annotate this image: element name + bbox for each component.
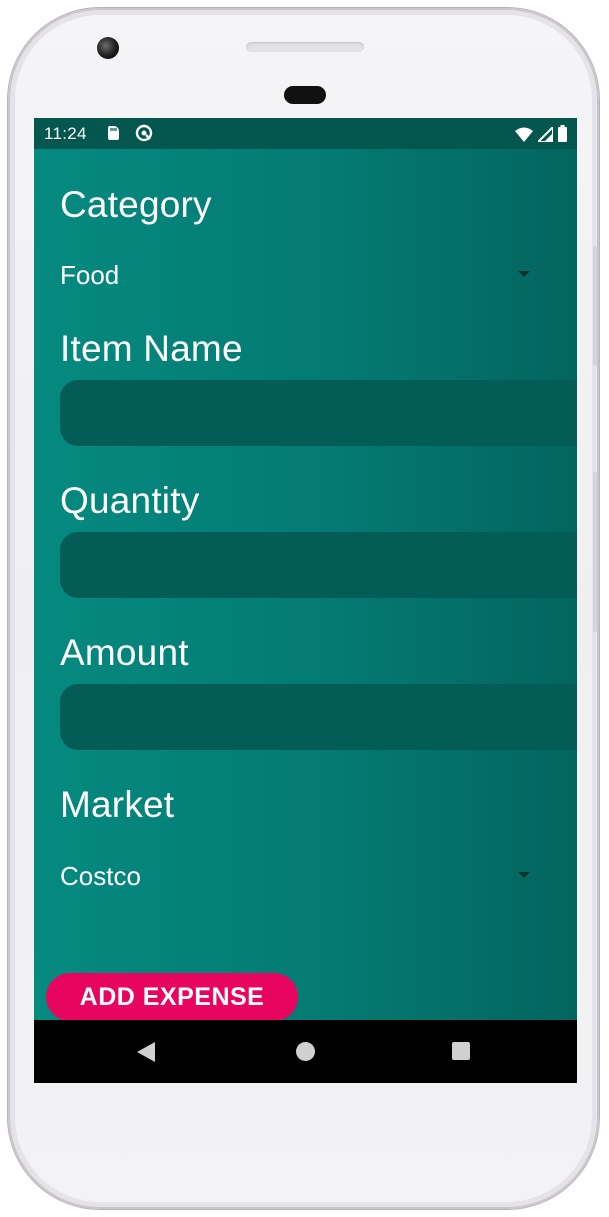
earpiece-speaker	[246, 42, 364, 52]
item-name-input[interactable]	[60, 380, 577, 446]
chevron-down-icon	[518, 271, 530, 277]
power-button	[593, 246, 597, 366]
status-icons	[515, 125, 567, 142]
market-spinner[interactable]: Costco	[60, 855, 530, 895]
wifi-icon	[515, 127, 533, 142]
device-screen: 11:24 Category Food Item Name Quantity A…	[34, 118, 577, 1083]
amount-input[interactable]	[60, 684, 577, 750]
quantity-input[interactable]	[60, 532, 577, 598]
market-label: Market	[60, 784, 175, 825]
item-name-label: Item Name	[60, 328, 243, 369]
home-icon[interactable]	[296, 1042, 315, 1061]
status-time: 11:24	[44, 124, 87, 143]
sd-card-icon	[108, 126, 119, 140]
amount-label: Amount	[60, 632, 189, 673]
recents-icon[interactable]	[452, 1042, 470, 1060]
proximity-sensor	[284, 86, 326, 104]
volume-button	[593, 472, 597, 632]
battery-icon	[558, 125, 567, 142]
category-label: Category	[60, 184, 212, 225]
market-selected-value: Costco	[60, 861, 141, 891]
quantity-label: Quantity	[60, 480, 200, 521]
navigation-bar	[34, 1020, 577, 1083]
back-icon[interactable]	[137, 1042, 155, 1062]
chevron-down-icon	[518, 872, 530, 878]
add-expense-form: Category Food Item Name Quantity Amount …	[34, 149, 577, 1020]
add-expense-button[interactable]: ADD EXPENSE	[46, 973, 298, 1020]
sync-icon	[135, 124, 153, 142]
category-selected-value: Food	[60, 260, 120, 290]
cell-signal-icon	[538, 127, 553, 142]
status-bar: 11:24	[34, 118, 577, 149]
front-camera	[97, 37, 119, 59]
category-spinner[interactable]: Food	[60, 254, 530, 294]
